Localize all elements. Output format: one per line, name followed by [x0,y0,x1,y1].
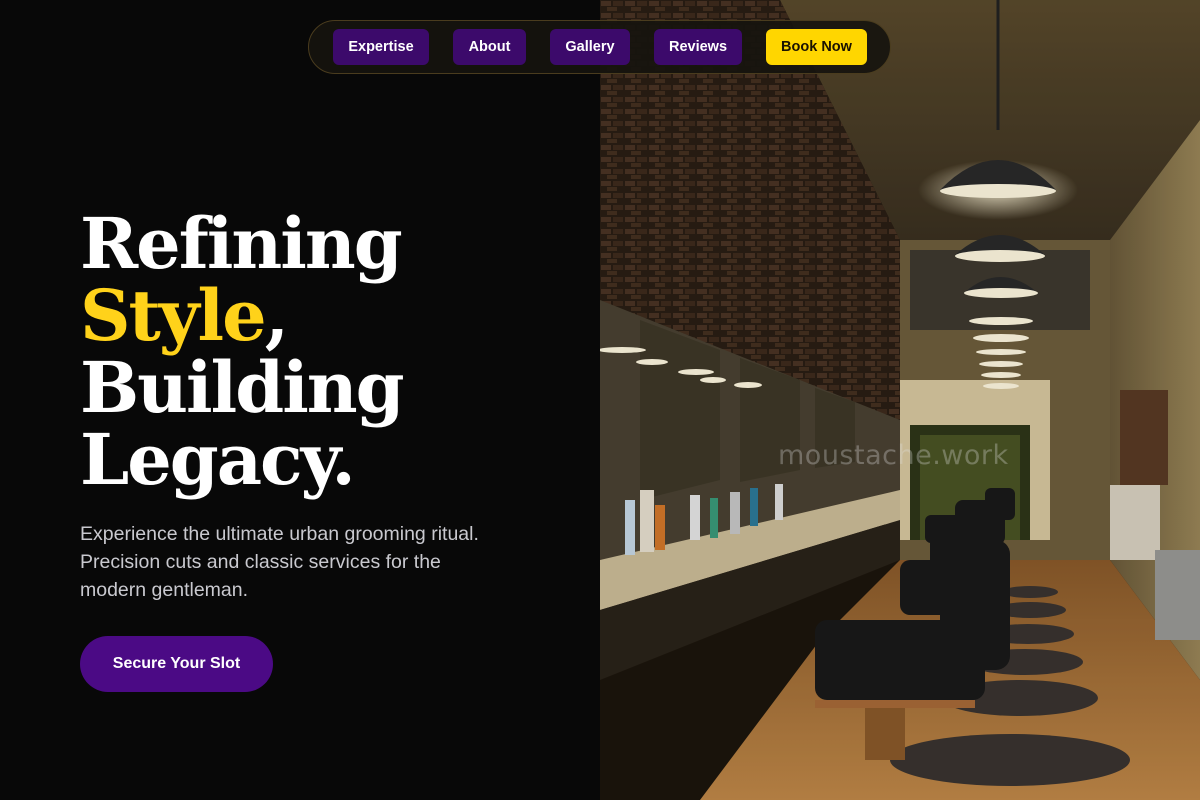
nav-expertise[interactable]: Expertise [333,29,429,65]
headline-accent-word: Style [80,274,267,357]
nav-gallery[interactable]: Gallery [550,29,630,65]
headline-line-1: Refining [80,202,403,285]
hero-headline: Refining Style, Building Legacy. [80,202,405,501]
nav-about[interactable]: About [453,29,526,65]
nav-reviews[interactable]: Reviews [654,29,742,65]
headline-line-3: Building [80,346,405,429]
photo-watermark: moustache.work [778,440,1009,471]
subtext-line-2: Precision cuts and classic services for … [80,551,441,573]
main-nav: Expertise About Gallery Reviews Book Now [308,20,891,74]
headline-comma: , [264,274,289,357]
barbershop-photo: moustache.work [600,0,1200,800]
hero-subtext: Experience the ultimate urban grooming r… [80,520,550,604]
book-now-button[interactable]: Book Now [766,29,867,65]
headline-line-4: Legacy. [80,418,356,501]
headline-line-2: Style, [80,280,403,352]
subtext-line-1: Experience the ultimate urban grooming r… [80,523,479,545]
subtext-line-3: modern gentleman. [80,579,249,601]
hero-panel: Refining Style, Building Legacy. Experie… [0,0,600,800]
secure-slot-button[interactable]: Secure Your Slot [80,636,273,692]
